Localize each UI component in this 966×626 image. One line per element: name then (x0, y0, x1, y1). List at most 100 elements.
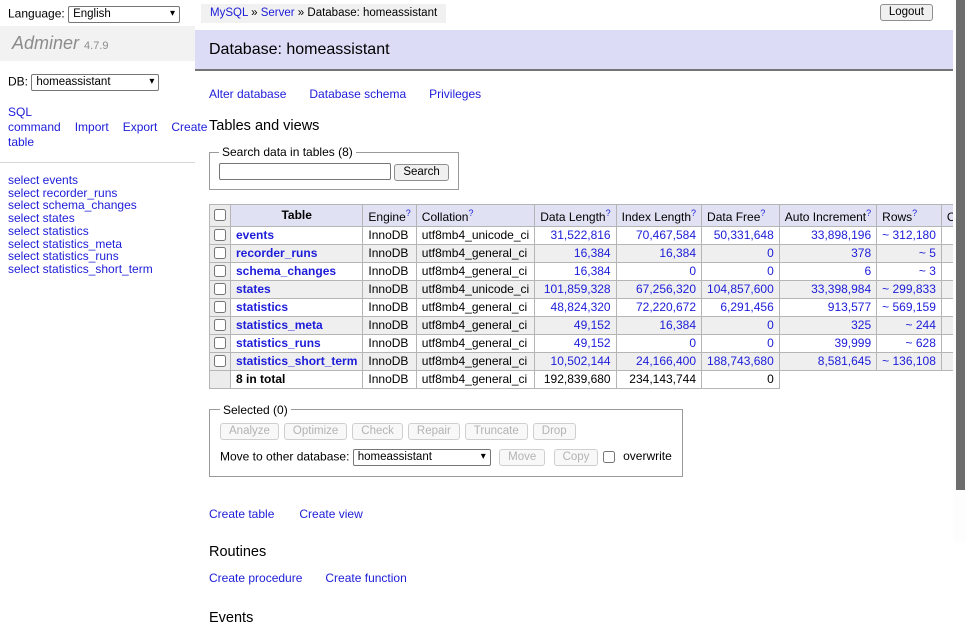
move-button[interactable]: Move (499, 449, 545, 466)
table-name-link[interactable]: states (236, 282, 271, 296)
value-link[interactable]: 8,581,645 (818, 354, 871, 368)
vertical-scrollbar[interactable] (953, 0, 966, 543)
search-input[interactable] (219, 163, 391, 180)
table-name-link[interactable]: recorder_runs (236, 246, 317, 260)
column-help-link[interactable]: ? (406, 208, 411, 218)
check-button[interactable]: Check (352, 423, 403, 440)
select-all-checkbox[interactable] (214, 209, 226, 221)
value-link[interactable]: 16,384 (659, 318, 696, 332)
value-link[interactable]: 49,152 (574, 336, 611, 350)
value-link[interactable]: 16,384 (574, 264, 611, 278)
routine-link[interactable]: Create procedure (209, 571, 302, 585)
footer-link[interactable]: Create view (299, 507, 362, 521)
value-link[interactable]: ~ 5 (919, 246, 936, 260)
value-link[interactable]: 67,256,320 (636, 282, 696, 296)
value-link[interactable]: ~ 569,159 (882, 300, 936, 314)
value-link[interactable]: 378 (851, 246, 871, 260)
column-help-link[interactable]: ? (760, 208, 765, 218)
row-checkbox[interactable] (214, 301, 226, 313)
sidebar-table-link[interactable]: select states (8, 212, 187, 225)
value-link[interactable]: 33,398,984 (811, 282, 871, 296)
value-link[interactable]: 10,502,144 (551, 354, 611, 368)
value-link[interactable]: ~ 312,180 (882, 228, 936, 242)
value-link[interactable]: 50,331,648 (714, 228, 774, 242)
value-link[interactable]: 39,999 (834, 336, 871, 350)
move-database-select[interactable]: homeassistant (353, 449, 491, 466)
nav-link[interactable]: Database schema (309, 87, 406, 101)
value-link[interactable]: 0 (689, 264, 696, 278)
numeric-cell: 104,857,600 (702, 280, 780, 298)
value-link[interactable]: ~ 299,833 (882, 282, 936, 296)
nav-link[interactable]: Alter database (209, 87, 286, 101)
value-link[interactable]: 0 (767, 264, 774, 278)
value-link[interactable]: 0 (767, 246, 774, 260)
row-checkbox[interactable] (214, 319, 226, 331)
table-name-link[interactable]: statistics (236, 300, 288, 314)
analyze-button[interactable]: Analyze (220, 423, 279, 440)
sidebar-table-link[interactable]: select statistics (8, 225, 187, 238)
search-button[interactable]: Search (394, 164, 448, 181)
table-row: recorder_runsInnoDButf8mb4_general_ci16,… (210, 244, 966, 262)
column-help-link[interactable]: ? (866, 208, 871, 218)
value-link[interactable]: 16,384 (659, 246, 696, 260)
scrollbar-thumb[interactable] (956, 0, 965, 490)
table-name-link[interactable]: events (236, 228, 274, 242)
value-link[interactable]: ~ 628 (906, 336, 936, 350)
logout-button[interactable]: Logout (880, 4, 933, 21)
value-link[interactable]: 33,898,196 (811, 228, 871, 242)
value-link[interactable]: 70,467,584 (636, 228, 696, 242)
row-checkbox[interactable] (214, 229, 226, 241)
row-checkbox[interactable] (214, 247, 226, 259)
row-checkbox[interactable] (214, 355, 226, 367)
table-name-link[interactable]: statistics_short_term (236, 354, 357, 368)
value-link[interactable]: 16,384 (574, 246, 611, 260)
table-name-link[interactable]: statistics_meta (236, 318, 323, 332)
sidebar-table-link[interactable]: select events (8, 174, 187, 187)
row-checkbox[interactable] (214, 337, 226, 349)
copy-button[interactable]: Copy (554, 449, 599, 466)
value-link[interactable]: 6 (864, 264, 871, 278)
value-link[interactable]: 325 (851, 318, 871, 332)
sidebar-action-link[interactable]: Export (123, 120, 158, 134)
sidebar-action-link[interactable]: Import (75, 120, 109, 134)
value-link[interactable]: 913,577 (828, 300, 871, 314)
column-help-link[interactable]: ? (606, 208, 611, 218)
table-name-link[interactable]: statistics_runs (236, 336, 321, 350)
value-link[interactable]: 31,522,816 (551, 228, 611, 242)
drop-button[interactable]: Drop (533, 423, 576, 440)
optimize-button[interactable]: Optimize (284, 423, 347, 440)
totals-row: 8 in totalInnoDButf8mb4_general_ci192,83… (210, 370, 966, 388)
language-select[interactable]: English (68, 6, 180, 23)
value-link[interactable]: 0 (767, 318, 774, 332)
value-link[interactable]: ~ 244 (906, 318, 936, 332)
value-link[interactable]: ~ 136,108 (882, 354, 936, 368)
row-checkbox[interactable] (214, 283, 226, 295)
column-help-link[interactable]: ? (912, 208, 917, 218)
value-link[interactable]: 24,166,400 (636, 354, 696, 368)
breadcrumb-link[interactable]: Server (261, 7, 295, 19)
column-help-link[interactable]: ? (468, 208, 473, 218)
column-help-link[interactable]: ? (691, 208, 696, 218)
footer-link[interactable]: Create table (209, 507, 274, 521)
value-link[interactable]: 104,857,600 (707, 282, 774, 296)
routine-link[interactable]: Create function (325, 571, 406, 585)
nav-link[interactable]: Privileges (429, 87, 481, 101)
value-link[interactable]: 6,291,456 (720, 300, 773, 314)
value-link[interactable]: ~ 3 (919, 264, 936, 278)
repair-button[interactable]: Repair (408, 423, 460, 440)
truncate-button[interactable]: Truncate (465, 423, 528, 440)
value-link[interactable]: 49,152 (574, 318, 611, 332)
value-link[interactable]: 188,743,680 (707, 354, 774, 368)
sidebar-table-link[interactable]: select statistics_short_term (8, 263, 187, 276)
sidebar-action-link[interactable]: SQL command (8, 105, 61, 134)
db-select[interactable]: homeassistant (31, 74, 159, 91)
value-link[interactable]: 101,859,328 (544, 282, 611, 296)
row-checkbox[interactable] (214, 265, 226, 277)
table-name-link[interactable]: schema_changes (236, 264, 336, 278)
overwrite-checkbox[interactable] (603, 451, 615, 463)
value-link[interactable]: 48,824,320 (551, 300, 611, 314)
value-link[interactable]: 0 (767, 336, 774, 350)
value-link[interactable]: 0 (689, 336, 696, 350)
breadcrumb-link[interactable]: MySQL (210, 7, 248, 19)
value-link[interactable]: 72,220,672 (636, 300, 696, 314)
